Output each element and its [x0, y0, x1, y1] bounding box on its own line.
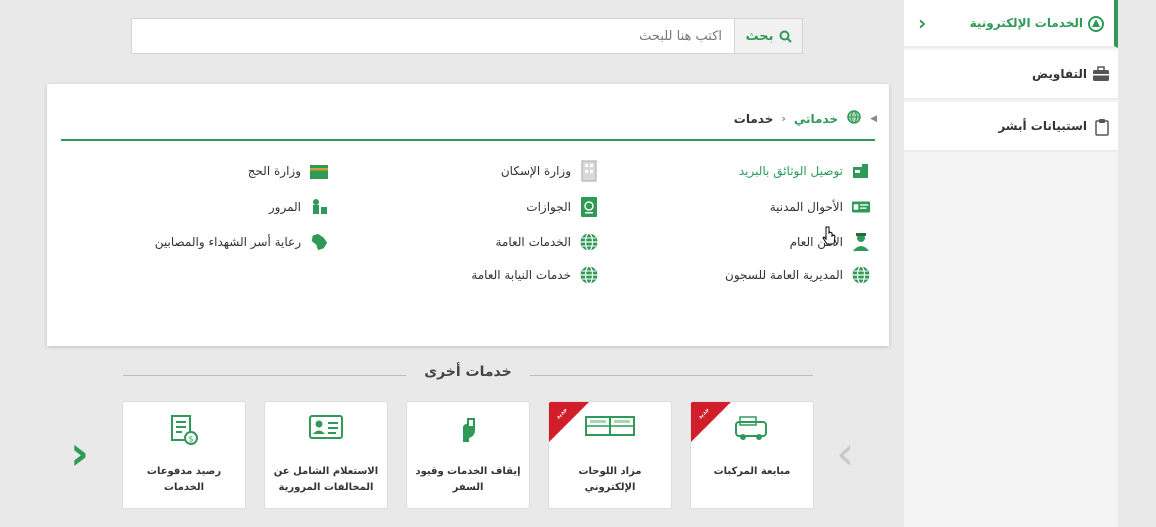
building-icon [579, 160, 599, 182]
breadcrumb-divider [61, 139, 875, 141]
card-label: الاستعلام الشامل عن المخالفات المرورية [273, 466, 379, 493]
sidebar-item-label: التفاويض [1032, 67, 1087, 81]
sidebar-label-wrap: استبيانات أبشر [998, 118, 1110, 136]
service-passports[interactable]: الجوازات [526, 197, 599, 217]
search-bar: بحث [131, 18, 803, 54]
sidebar-item-surveys[interactable]: استبيانات أبشر [904, 102, 1118, 152]
stop-services-icon [407, 414, 529, 448]
officer-icon [851, 232, 871, 252]
sidebar: الخدمات الإلكترونية ‹ التفاويض استبيانات… [904, 0, 1118, 527]
search-input[interactable] [132, 19, 734, 53]
card-payments-balance[interactable]: $ رصيد مدفوعات الخدمات [122, 401, 246, 509]
breadcrumb-separator-icon: ‹ [781, 112, 786, 125]
card-plates-auction[interactable]: جديد مزاد اللوحات الإلكتروني [548, 401, 672, 509]
service-mail-delivery[interactable]: توصيل الوثائق بالبريد [739, 161, 871, 181]
services-panel: ◀ خدماتي ‹ خدمات توصيل الوثائق بالبريد ا… [47, 84, 889, 346]
service-housing[interactable]: وزارة الإسكان [500, 160, 599, 182]
globe-icon [579, 265, 599, 285]
breadcrumb: ◀ خدماتي ‹ خدمات [734, 109, 877, 128]
carousel-prev-icon[interactable]: ‹ [70, 430, 89, 476]
service-civil-affairs[interactable]: الأحوال المدنية [770, 197, 871, 217]
service-prisons[interactable]: المديرية العامة للسجون [725, 265, 871, 285]
service-label: وزارة الإسكان [500, 164, 571, 178]
kaaba-icon [309, 161, 329, 181]
service-label: الأحوال المدنية [769, 200, 843, 214]
service-label: الخدمات العامة [495, 235, 571, 249]
search-button-label: بحث [745, 28, 774, 44]
id-card-icon [851, 197, 871, 217]
card-vehicle-sale[interactable]: جديد مبايعة المركبات [690, 401, 814, 509]
service-label: المرور [268, 200, 301, 214]
traffic-icon [309, 197, 329, 217]
mail-delivery-icon [851, 161, 871, 181]
saudi-map-icon [309, 232, 329, 252]
other-services-title: خدمات أخرى [424, 364, 512, 380]
mouse-cursor-icon [822, 226, 836, 245]
section-divider-left [123, 375, 406, 376]
plates-icon [549, 414, 671, 448]
service-label: توصيل الوثائق بالبريد [738, 164, 843, 178]
sidebar-label-wrap: التفاويض [1032, 66, 1110, 82]
caret-left-icon: ◀ [870, 113, 877, 124]
service-label: وزارة الحج [247, 164, 301, 178]
passport-icon [579, 197, 599, 217]
briefcase-icon [1092, 66, 1110, 82]
payment-receipt-icon: $ [123, 414, 245, 448]
globe-icon [846, 109, 862, 128]
service-label: خدمات النيابة العامة [471, 268, 571, 282]
eservices-icon [1088, 15, 1106, 32]
sidebar-item-label: الخدمات الإلكترونية [969, 16, 1083, 30]
service-traffic[interactable]: المرور [269, 197, 329, 217]
service-general-services[interactable]: الخدمات العامة [495, 232, 599, 252]
clipboard-icon [1092, 118, 1110, 136]
vehicles-icon [691, 414, 813, 448]
service-label: رعاية أسر الشهداء والمصابين [154, 235, 301, 249]
card-label: إيقاف الخدمات وقيود السفر [415, 466, 521, 493]
sidebar-item-eservices[interactable]: الخدمات الإلكترونية ‹ [904, 0, 1118, 48]
card-label: مزاد اللوحات الإلكتروني [578, 466, 642, 493]
globe-icon [579, 232, 599, 252]
carousel-next-icon[interactable]: › [836, 430, 854, 476]
sidebar-item-delegations[interactable]: التفاويض [904, 50, 1118, 100]
sidebar-item-label: استبيانات أبشر [998, 119, 1087, 133]
chevron-left-icon[interactable]: ‹ [918, 11, 926, 35]
service-martyrs-families[interactable]: رعاية أسر الشهداء والمصابين [155, 232, 329, 252]
svg-text:$: $ [188, 435, 193, 444]
card-traffic-violations[interactable]: الاستعلام الشامل عن المخالفات المرورية [264, 401, 388, 509]
breadcrumb-current: خدمات [733, 111, 774, 126]
service-label: الجوازات [526, 200, 571, 214]
service-label: المديرية العامة للسجون [725, 268, 843, 282]
card-label: رصيد مدفوعات الخدمات [146, 466, 222, 493]
breadcrumb-home-link[interactable]: خدماتي [794, 112, 838, 126]
id-card-icon [265, 414, 387, 448]
globe-icon [851, 265, 871, 285]
service-public-prosecution[interactable]: خدمات النيابة العامة [471, 265, 599, 285]
search-button[interactable]: بحث [734, 19, 802, 53]
card-stop-services[interactable]: إيقاف الخدمات وقيود السفر [406, 401, 530, 509]
sidebar-label-wrap: الخدمات الإلكترونية [969, 15, 1106, 32]
service-hajj[interactable]: وزارة الحج [248, 161, 329, 181]
card-label: مبايعة المركبات [713, 466, 791, 477]
search-icon [779, 30, 792, 43]
section-divider-right [530, 375, 813, 376]
